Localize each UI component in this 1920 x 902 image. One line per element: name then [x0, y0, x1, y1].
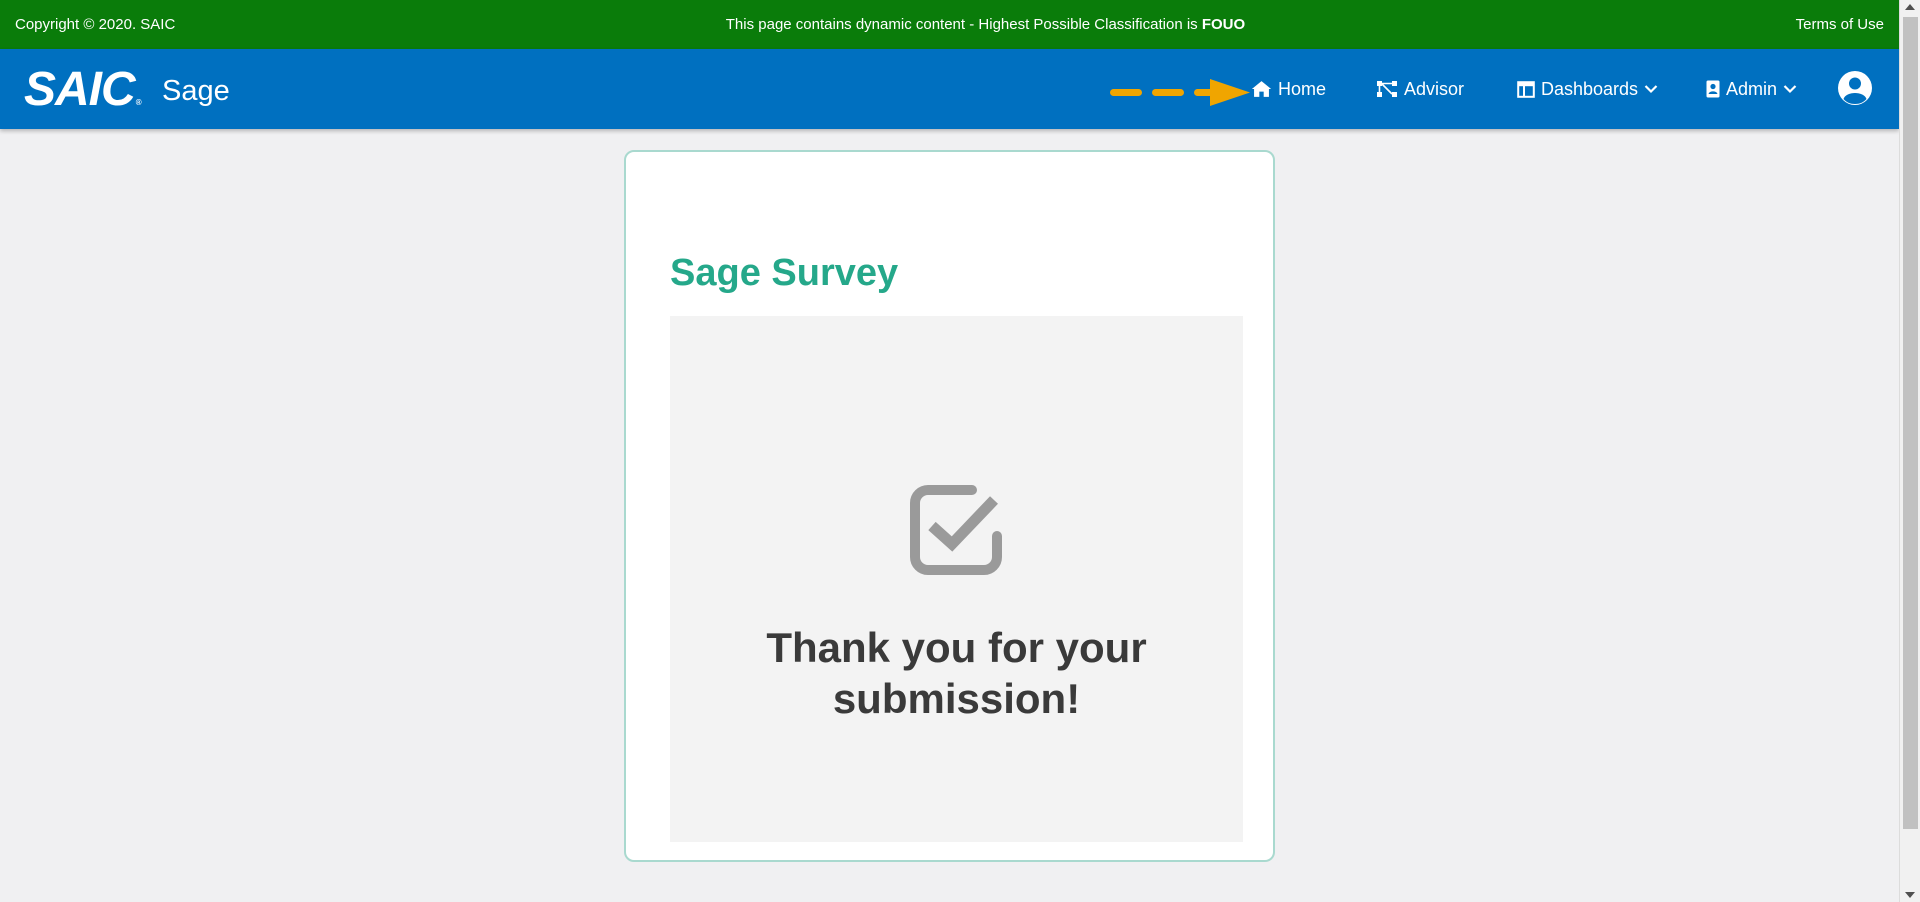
scroll-down-arrow-icon[interactable] [1905, 892, 1915, 898]
nav-dashboards-label: Dashboards [1541, 78, 1639, 99]
submission-thank-you-message: Thank you for your submission! [766, 624, 1147, 722]
home-icon [1251, 81, 1272, 97]
classification-banner: Copyright © 2020. SAIC This page contain… [0, 0, 1899, 49]
app-name[interactable]: Sage [162, 75, 230, 108]
user-circle-icon[interactable] [1837, 70, 1873, 106]
annotation-arrow-icon [1110, 79, 1250, 106]
page-scrollbar[interactable] [1899, 0, 1920, 902]
chevron-down-icon [1644, 85, 1658, 94]
network-icon [1377, 81, 1397, 97]
main-navbar: SAIC® Sage Home Advisor Dashboards Admin [0, 49, 1899, 129]
scrollbar-thumb[interactable] [1903, 17, 1918, 829]
checkbox-checked-icon [910, 485, 1002, 575]
copyright-text: Copyright © 2020. SAIC [15, 16, 176, 33]
scroll-up-arrow-icon[interactable] [1905, 4, 1915, 10]
classification-notice-text: This page contains dynamic content - Hig… [725, 16, 1202, 33]
logo-registered-mark: ® [135, 98, 142, 107]
submission-result-panel: Thank you for your submission! [670, 316, 1243, 842]
terms-of-use-link[interactable]: Terms of Use [1796, 16, 1884, 33]
nav-admin-label: Admin [1726, 78, 1778, 99]
nav-advisor[interactable]: Advisor [1376, 77, 1464, 101]
nav-admin-dropdown[interactable]: Admin [1706, 77, 1797, 101]
nav-home-label: Home [1278, 78, 1327, 99]
nav-home[interactable]: Home [1251, 77, 1326, 101]
badge-icon [1706, 80, 1720, 98]
logo-text: SAIC [24, 63, 136, 116]
classification-level: FOUO [1201, 16, 1246, 33]
chevron-down-icon [1783, 85, 1797, 94]
nav-dashboards-dropdown[interactable]: Dashboards [1517, 77, 1658, 101]
survey-card: Sage Survey Thank you for your submissio… [624, 150, 1275, 862]
survey-title: Sage Survey [670, 252, 899, 294]
classification-notice: This page contains dynamic content - Hig… [726, 16, 1245, 33]
dashboard-icon [1517, 80, 1535, 98]
saic-logo[interactable]: SAIC® [24, 63, 142, 116]
nav-advisor-label: Advisor [1404, 78, 1465, 99]
